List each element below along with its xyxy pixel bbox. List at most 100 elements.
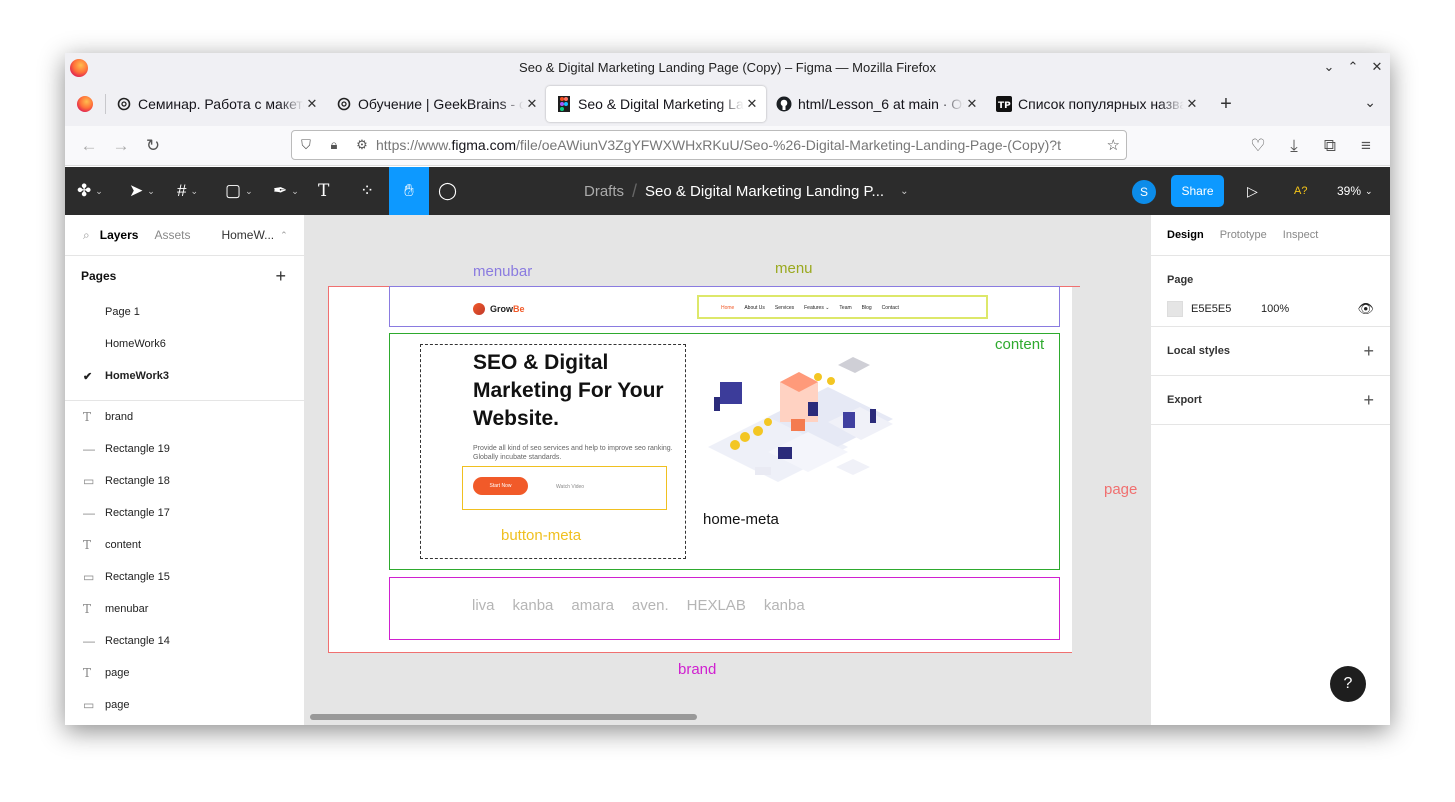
- tab-design[interactable]: Design: [1167, 229, 1204, 241]
- layer-row[interactable]: — Rectangle 19: [65, 433, 304, 465]
- layer-row[interactable]: Tmenubar: [65, 593, 304, 625]
- label-content[interactable]: content: [995, 336, 1044, 353]
- hand-tool[interactable]: ✋︎: [389, 167, 429, 215]
- rectangle-layer-icon: ▭: [83, 570, 95, 584]
- chevron-down-icon[interactable]: ⌄: [900, 186, 908, 197]
- maximize-icon[interactable]: ⌃: [1344, 58, 1362, 76]
- breadcrumb-drafts[interactable]: Drafts: [584, 183, 624, 200]
- tab-4[interactable]: TP Список популярных назва ✕: [986, 86, 1206, 122]
- file-name[interactable]: Seo & Digital Marketing Landing P...: [645, 183, 884, 200]
- bg-opacity-input[interactable]: 100%: [1261, 303, 1341, 315]
- tab-assets[interactable]: Assets: [154, 228, 190, 242]
- move-tool[interactable]: ➤ ⌄: [129, 167, 155, 215]
- layer-row[interactable]: ▭ Rectangle 18: [65, 465, 304, 497]
- brand-logos: liva kanba amara aven. HEXLAB kanba: [472, 597, 805, 614]
- button-meta-frame: [462, 466, 667, 510]
- add-page-icon[interactable]: +: [275, 266, 286, 287]
- tab-3[interactable]: html/Lesson_6 at main · Os ✕: [766, 86, 986, 122]
- page-section: Page E5E5E5 100% 👁︎: [1151, 256, 1390, 327]
- label-button-meta[interactable]: button-meta: [501, 527, 581, 544]
- layer-row[interactable]: Tpage: [65, 657, 304, 689]
- label-menu[interactable]: menu: [775, 260, 813, 277]
- layer-row[interactable]: — Rectangle 17: [65, 497, 304, 529]
- shield-icon[interactable]: ⛉: [292, 137, 320, 153]
- openai-icon: [336, 96, 352, 112]
- present-play-icon[interactable]: ▷: [1247, 167, 1258, 215]
- figma-main-menu[interactable]: ✤ ⌄: [77, 167, 103, 215]
- downloads-icon[interactable]: ⤓: [1278, 130, 1310, 162]
- layer-row[interactable]: Tbrand: [65, 401, 304, 433]
- bookmark-star-icon[interactable]: ☆: [1106, 136, 1120, 154]
- layer-row[interactable]: ▭ page: [65, 689, 304, 721]
- zoom-dropdown[interactable]: 39% ⌄: [1337, 167, 1373, 215]
- label-menubar[interactable]: menubar: [473, 263, 532, 280]
- help-button[interactable]: ?: [1330, 666, 1366, 702]
- list-all-tabs-icon[interactable]: ⌄: [1364, 94, 1376, 111]
- cursor-icon: ➤: [129, 181, 144, 200]
- eye-icon[interactable]: 👁︎: [1357, 301, 1374, 317]
- shape-tool[interactable]: ▢ ⌄: [225, 167, 253, 215]
- back-button[interactable]: ←: [73, 130, 105, 162]
- figma-canvas[interactable]: menubar menu Grow Be Home About Us Servic…: [305, 215, 1150, 725]
- chevron-up-icon[interactable]: ⌃: [280, 230, 288, 241]
- minimize-icon[interactable]: ⌄: [1320, 58, 1338, 76]
- browser-window: Seo & Digital Marketing Landing Page (Co…: [65, 53, 1390, 725]
- tab-close-icon[interactable]: ✕: [1184, 96, 1200, 112]
- firefox-view-button[interactable]: [65, 96, 105, 112]
- url-host: figma.com: [451, 137, 517, 153]
- tab-inspect[interactable]: Inspect: [1283, 229, 1318, 241]
- text-tool[interactable]: T: [318, 167, 329, 215]
- bg-hex-input[interactable]: E5E5E5: [1191, 303, 1261, 315]
- share-button[interactable]: Share: [1171, 175, 1224, 207]
- missing-fonts-icon[interactable]: A?: [1294, 167, 1307, 215]
- frame-tool[interactable]: # ⌄: [177, 167, 198, 215]
- label-home-meta[interactable]: home-meta: [703, 511, 779, 528]
- tab-close-icon[interactable]: ✕: [304, 96, 320, 112]
- add-export-icon[interactable]: +: [1363, 390, 1374, 411]
- tab-2[interactable]: Seo & Digital Marketing La ✕: [546, 86, 766, 122]
- avatar[interactable]: S: [1132, 180, 1156, 204]
- page-item[interactable]: Page 1: [65, 296, 304, 328]
- comment-icon: ◯: [438, 181, 458, 200]
- tab-close-icon[interactable]: ✕: [524, 96, 540, 112]
- add-style-icon[interactable]: +: [1363, 341, 1374, 362]
- pen-tool[interactable]: ✒ ⌄: [273, 167, 299, 215]
- text-layer-icon: T: [83, 538, 92, 552]
- page-selector[interactable]: HomeW...: [221, 228, 274, 242]
- layers-panel: ⌕ Layers Assets HomeW... ⌃ Pages + Page 1…: [65, 215, 305, 725]
- comment-tool[interactable]: ◯: [438, 167, 457, 215]
- close-icon[interactable]: ✕: [1368, 58, 1386, 76]
- layer-row[interactable]: Tcontent: [65, 529, 304, 561]
- permissions-icon[interactable]: ⚙︎: [348, 137, 376, 153]
- menu-icon[interactable]: ≡: [1350, 130, 1382, 162]
- extensions-icon[interactable]: ⧉: [1314, 130, 1346, 162]
- search-icon[interactable]: ⌕: [83, 228, 90, 243]
- label-page[interactable]: page: [1104, 481, 1137, 498]
- reload-button[interactable]: ↻: [137, 130, 169, 162]
- horizontal-scrollbar[interactable]: [310, 714, 697, 720]
- openai-icon: [116, 96, 132, 112]
- tab-layers[interactable]: Layers: [100, 228, 139, 242]
- layer-row[interactable]: — Rectangle 14: [65, 625, 304, 657]
- forward-button[interactable]: →: [105, 130, 137, 162]
- layer-row[interactable]: ▭ Rectangle 15: [65, 561, 304, 593]
- page-item-selected[interactable]: ✔ HomeWork3: [65, 360, 304, 392]
- tab-close-icon[interactable]: ✕: [964, 96, 980, 112]
- text-icon: T: [318, 181, 330, 201]
- label-brand[interactable]: brand: [678, 661, 716, 678]
- pocket-icon[interactable]: ♡: [1242, 130, 1274, 162]
- tab-0[interactable]: Семинар. Работа с макетом ✕: [106, 86, 326, 122]
- figma-logo-icon: ✤: [77, 181, 92, 200]
- tab-close-icon[interactable]: ✕: [744, 96, 760, 112]
- tab-prototype[interactable]: Prototype: [1220, 229, 1267, 241]
- lock-icon[interactable]: 🔒︎: [320, 137, 348, 153]
- export-section: Export +: [1151, 376, 1390, 425]
- url-path: /file/oeAWiunV3ZgYFWXWHxRKuU/Seo-%26-Dig…: [516, 137, 1061, 153]
- page-item[interactable]: HomeWork6: [65, 328, 304, 360]
- resources-tool[interactable]: ⁘: [360, 167, 374, 215]
- tab-title: Семинар. Работа с макетом: [138, 96, 304, 112]
- tab-1[interactable]: Обучение | GeekBrains - об ✕: [326, 86, 546, 122]
- bg-color-swatch[interactable]: [1167, 301, 1183, 317]
- url-bar[interactable]: ⛉ 🔒︎ ⚙︎ https://www. figma.com/file/oeAWi…: [291, 130, 1127, 160]
- new-tab-button[interactable]: +: [1206, 93, 1246, 116]
